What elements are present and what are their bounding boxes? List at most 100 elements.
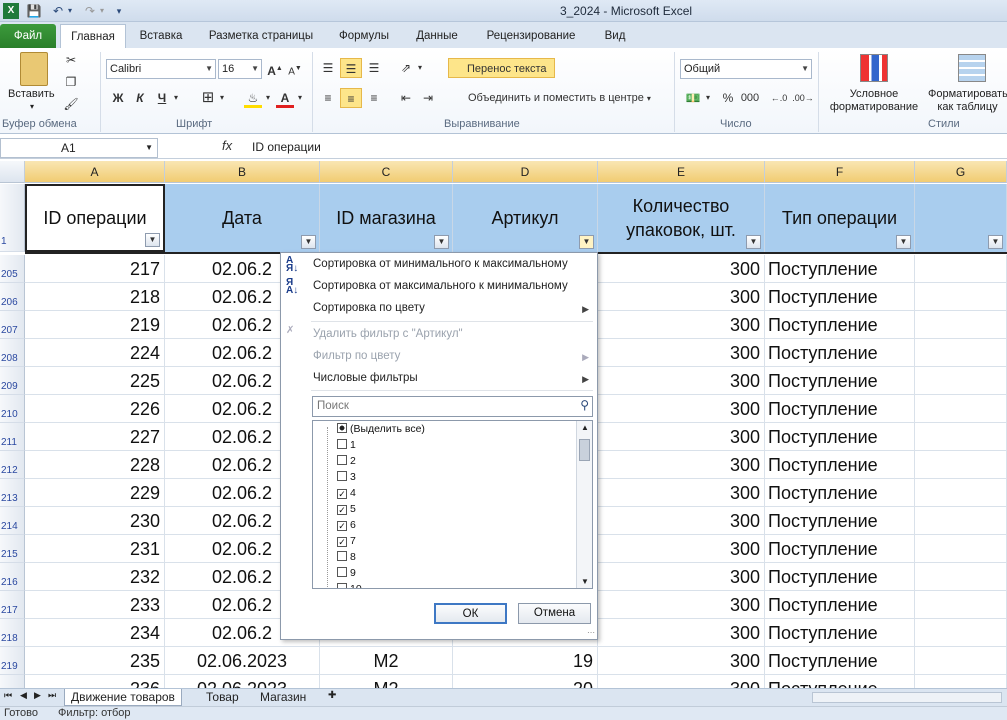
row-header[interactable]: 205	[0, 255, 25, 283]
fill-dropdown-icon[interactable]: ▾	[264, 88, 272, 108]
font-size-select[interactable]: 16 ▼	[218, 59, 262, 79]
cell-id[interactable]: 218	[25, 283, 165, 311]
checkbox-checked-icon[interactable]: ✓	[337, 521, 347, 531]
align-left-icon[interactable]: ≡	[318, 88, 338, 108]
undo-icon[interactable]: ↶	[50, 3, 66, 19]
header-empty-g[interactable]: ▼	[915, 184, 1007, 252]
tab-view[interactable]: Вид	[594, 24, 636, 48]
cell-id[interactable]: 230	[25, 507, 165, 535]
row-header[interactable]: 209	[0, 367, 25, 395]
undo-dropdown-icon[interactable]: ▾	[66, 3, 74, 19]
header-article[interactable]: Артикул ▼	[453, 184, 598, 252]
fx-icon[interactable]: fx	[222, 138, 232, 153]
menu-sort-by-color[interactable]: Сортировка по цвету	[313, 302, 425, 314]
col-header-e[interactable]: E	[598, 161, 765, 183]
filter-dropdown-icon[interactable]: ▼	[579, 235, 594, 249]
wrap-text-button[interactable]: Перенос текста	[448, 58, 555, 78]
filter-values-list[interactable]: ▲ ▼ (Выделить все) 1 2 3 ✓ 4 ✓ 5 ✓ 6 ✓ 7 8 9 10	[312, 420, 593, 589]
italic-button[interactable]: К	[132, 88, 148, 108]
increase-decimal-icon[interactable]: ←.0	[768, 88, 790, 108]
cell-id[interactable]: 228	[25, 451, 165, 479]
row-header[interactable]: 207	[0, 311, 25, 339]
cell-empty[interactable]	[915, 675, 1007, 688]
cell-id[interactable]: 225	[25, 367, 165, 395]
row-header[interactable]: 215	[0, 535, 25, 563]
cell-id[interactable]: 232	[25, 563, 165, 591]
align-center-icon[interactable]: ≡	[340, 88, 362, 108]
cell-id[interactable]: 226	[25, 395, 165, 423]
align-bottom-icon[interactable]: ☰	[364, 58, 384, 78]
filter-value-item[interactable]: ✓ 4	[337, 486, 356, 502]
cell-article[interactable]: 19	[453, 647, 598, 675]
filter-search-input[interactable]: Поиск ⚲	[312, 396, 593, 417]
row-header[interactable]: 220	[0, 675, 25, 688]
col-header-b[interactable]: B	[165, 161, 320, 183]
cell-quantity[interactable]: 300	[598, 255, 765, 283]
scroll-down-icon[interactable]: ▼	[581, 577, 589, 586]
cell-empty[interactable]	[915, 283, 1007, 311]
tab-review[interactable]: Рецензирование	[476, 24, 586, 48]
sheet-tab-products[interactable]: Товар	[200, 689, 245, 706]
cell-empty[interactable]	[915, 423, 1007, 451]
font-color-icon[interactable]: A	[276, 88, 294, 108]
orientation-icon[interactable]: ⇗	[396, 58, 416, 78]
row-header[interactable]: 218	[0, 619, 25, 647]
filter-value-item[interactable]: 8	[337, 550, 356, 566]
prev-sheet-icon[interactable]: ◀	[20, 690, 27, 701]
menu-number-filters[interactable]: Числовые фильтры	[313, 372, 418, 384]
row-header[interactable]: 210	[0, 395, 25, 423]
scrollbar[interactable]: ▲ ▼	[576, 421, 592, 588]
filter-active-icon[interactable]: ▼	[434, 235, 449, 249]
font-color-dropdown-icon[interactable]: ▾	[296, 88, 304, 108]
next-sheet-icon[interactable]: ▶	[34, 690, 41, 701]
cell-type[interactable]: Поступление	[765, 647, 915, 675]
formula-input[interactable]: ID операции	[252, 140, 321, 154]
orientation-dropdown-icon[interactable]: ▾	[416, 58, 424, 78]
select-all-corner[interactable]	[0, 161, 25, 183]
filter-value-item[interactable]: 9	[337, 566, 356, 582]
cell-empty[interactable]	[915, 339, 1007, 367]
row-header[interactable]: 211	[0, 423, 25, 451]
borders-icon[interactable]: ⊞	[198, 88, 218, 108]
checkbox-checked-icon[interactable]: ✓	[337, 537, 347, 547]
filter-value-item[interactable]: ✓ 7	[337, 534, 356, 550]
format-table-icon[interactable]	[958, 54, 986, 82]
decrease-indent-icon[interactable]: ⇤	[396, 88, 416, 108]
horizontal-scrollbar[interactable]	[812, 692, 1002, 703]
menu-clear-filter[interactable]: Удалить фильтр с "Артикул"	[313, 328, 463, 340]
conditional-format-button[interactable]: Условное форматирование	[824, 88, 924, 114]
cell-type[interactable]: Поступление	[765, 367, 915, 395]
tab-formulas[interactable]: Формулы	[330, 24, 398, 48]
tab-insert[interactable]: Вставка	[130, 24, 192, 48]
currency-icon[interactable]: 💵	[682, 88, 704, 108]
cell-empty[interactable]	[915, 563, 1007, 591]
row-header[interactable]: 219	[0, 647, 25, 675]
checkbox-icon[interactable]	[337, 455, 347, 465]
cell-id[interactable]: 235	[25, 647, 165, 675]
row-header[interactable]: 216	[0, 563, 25, 591]
number-format-select[interactable]: Общий ▼	[680, 59, 812, 79]
cell-id[interactable]: 217	[25, 255, 165, 283]
cell-empty[interactable]	[915, 255, 1007, 283]
checkbox-icon[interactable]	[337, 567, 347, 577]
menu-filter-by-color[interactable]: Фильтр по цвету	[313, 350, 400, 362]
cell-quantity[interactable]: 300	[598, 479, 765, 507]
cell-quantity[interactable]: 300	[598, 283, 765, 311]
sheet-tab-shop[interactable]: Магазин	[254, 689, 312, 706]
underline-button[interactable]: Ч	[154, 88, 170, 108]
cut-icon[interactable]: ✂	[62, 50, 80, 70]
merge-center-button[interactable]: Объединить и поместить в центре ▾	[448, 88, 670, 108]
filter-value-item[interactable]: 3	[337, 470, 356, 486]
filter-dropdown-icon[interactable]: ▼	[896, 235, 911, 249]
filter-value-item[interactable]: 10	[337, 582, 362, 588]
cell-type[interactable]: Поступление	[765, 423, 915, 451]
cell-quantity[interactable]: 300	[598, 675, 765, 688]
checkbox-partial-icon[interactable]	[337, 423, 347, 433]
cell-empty[interactable]	[915, 395, 1007, 423]
cell-type[interactable]: Поступление	[765, 507, 915, 535]
cell-type[interactable]: Поступление	[765, 535, 915, 563]
redo-icon[interactable]: ↷	[82, 3, 98, 19]
name-box[interactable]: A1 ▼	[0, 138, 158, 158]
filter-value-item[interactable]: (Выделить все)	[337, 422, 425, 438]
tab-file[interactable]: Файл	[0, 24, 56, 48]
